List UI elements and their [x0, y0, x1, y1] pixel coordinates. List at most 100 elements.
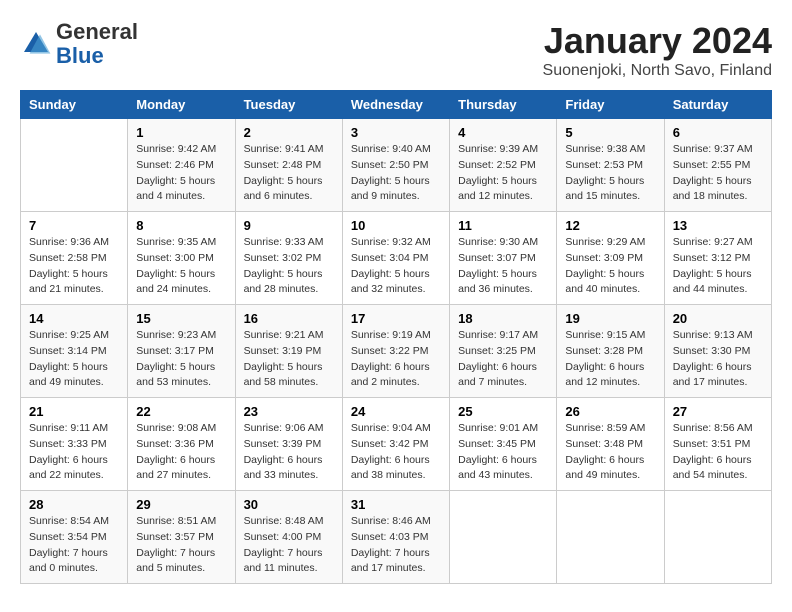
- calendar-cell: 21 Sunrise: 9:11 AM Sunset: 3:33 PM Dayli…: [21, 398, 128, 491]
- day-info: Sunrise: 9:39 AM Sunset: 2:52 PM Dayligh…: [458, 142, 548, 205]
- day-info: Sunrise: 9:23 AM Sunset: 3:17 PM Dayligh…: [136, 328, 226, 391]
- calendar-cell: 23 Sunrise: 9:06 AM Sunset: 3:39 PM Dayli…: [235, 398, 342, 491]
- day-info: Sunrise: 9:35 AM Sunset: 3:00 PM Dayligh…: [136, 235, 226, 298]
- calendar-cell: 19 Sunrise: 9:15 AM Sunset: 3:28 PM Dayli…: [557, 305, 664, 398]
- day-info: Sunrise: 9:08 AM Sunset: 3:36 PM Dayligh…: [136, 421, 226, 484]
- calendar-cell: 2Sunrise: 9:41 AM Sunset: 2:48 PM Daylig…: [235, 119, 342, 212]
- calendar-week-row: 7 Sunrise: 9:36 AM Sunset: 2:58 PM Daylig…: [21, 212, 772, 305]
- day-number: 16: [244, 311, 334, 326]
- day-number: 1: [136, 125, 226, 140]
- logo-blue-text: Blue: [56, 43, 104, 68]
- calendar-cell: [450, 491, 557, 584]
- day-info: Sunrise: 8:56 AM Sunset: 3:51 PM Dayligh…: [673, 421, 763, 484]
- logo: General Blue: [20, 20, 138, 68]
- calendar-cell: 6 Sunrise: 9:37 AM Sunset: 2:55 PM Daylig…: [664, 119, 771, 212]
- calendar-cell: 4 Sunrise: 9:39 AM Sunset: 2:52 PM Daylig…: [450, 119, 557, 212]
- calendar-week-row: 1 Sunrise: 9:42 AM Sunset: 2:46 PM Daylig…: [21, 119, 772, 212]
- day-number: 3: [351, 125, 441, 140]
- calendar-cell: 28 Sunrise: 8:54 AM Sunset: 3:54 PM Dayli…: [21, 491, 128, 584]
- calendar-cell: 29Sunrise: 8:51 AM Sunset: 3:57 PM Dayli…: [128, 491, 235, 584]
- day-number: 19: [565, 311, 655, 326]
- day-number: 21: [29, 404, 119, 419]
- calendar-week-row: 28 Sunrise: 8:54 AM Sunset: 3:54 PM Dayli…: [21, 491, 772, 584]
- day-info: Sunrise: 9:42 AM Sunset: 2:46 PM Dayligh…: [136, 142, 226, 205]
- calendar-cell: 15 Sunrise: 9:23 AM Sunset: 3:17 PM Dayli…: [128, 305, 235, 398]
- day-info: Sunrise: 9:13 AM Sunset: 3:30 PM Dayligh…: [673, 328, 763, 391]
- day-number: 25: [458, 404, 548, 419]
- day-info: Sunrise: 8:59 AM Sunset: 3:48 PM Dayligh…: [565, 421, 655, 484]
- calendar-cell: 20 Sunrise: 9:13 AM Sunset: 3:30 PM Dayli…: [664, 305, 771, 398]
- day-info: Sunrise: 9:15 AM Sunset: 3:28 PM Dayligh…: [565, 328, 655, 391]
- calendar-cell: 30 Sunrise: 8:48 AM Sunset: 4:00 PM Dayli…: [235, 491, 342, 584]
- calendar-cell: 7 Sunrise: 9:36 AM Sunset: 2:58 PM Daylig…: [21, 212, 128, 305]
- day-number: 31: [351, 497, 441, 512]
- day-number: 9: [244, 218, 334, 233]
- calendar-cell: 17Sunrise: 9:19 AM Sunset: 3:22 PM Dayli…: [342, 305, 449, 398]
- day-info: Sunrise: 9:27 AM Sunset: 3:12 PM Dayligh…: [673, 235, 763, 298]
- day-number: 13: [673, 218, 763, 233]
- title-area: January 2024 Suonenjoki, North Savo, Fin…: [543, 20, 772, 80]
- calendar-week-row: 14 Sunrise: 9:25 AM Sunset: 3:14 PM Dayli…: [21, 305, 772, 398]
- day-info: Sunrise: 9:25 AM Sunset: 3:14 PM Dayligh…: [29, 328, 119, 391]
- day-number: 7: [29, 218, 119, 233]
- day-info: Sunrise: 9:36 AM Sunset: 2:58 PM Dayligh…: [29, 235, 119, 298]
- calendar-cell: 22Sunrise: 9:08 AM Sunset: 3:36 PM Dayli…: [128, 398, 235, 491]
- day-info: Sunrise: 8:46 AM Sunset: 4:03 PM Dayligh…: [351, 514, 441, 577]
- day-info: Sunrise: 9:30 AM Sunset: 3:07 PM Dayligh…: [458, 235, 548, 298]
- day-info: Sunrise: 9:40 AM Sunset: 2:50 PM Dayligh…: [351, 142, 441, 205]
- calendar-cell: 18 Sunrise: 9:17 AM Sunset: 3:25 PM Dayli…: [450, 305, 557, 398]
- calendar-cell: 1 Sunrise: 9:42 AM Sunset: 2:46 PM Daylig…: [128, 119, 235, 212]
- day-number: 8: [136, 218, 226, 233]
- day-number: 14: [29, 311, 119, 326]
- calendar-cell: 27 Sunrise: 8:56 AM Sunset: 3:51 PM Dayli…: [664, 398, 771, 491]
- calendar-cell: [557, 491, 664, 584]
- weekday-header: Thursday: [450, 91, 557, 119]
- day-info: Sunrise: 9:41 AM Sunset: 2:48 PM Dayligh…: [244, 142, 334, 205]
- day-number: 18: [458, 311, 548, 326]
- logo-icon: [20, 28, 52, 60]
- day-info: Sunrise: 9:04 AM Sunset: 3:42 PM Dayligh…: [351, 421, 441, 484]
- weekday-header: Sunday: [21, 91, 128, 119]
- day-number: 23: [244, 404, 334, 419]
- calendar-cell: [664, 491, 771, 584]
- weekday-header: Friday: [557, 91, 664, 119]
- day-number: 6: [673, 125, 763, 140]
- calendar-cell: 12Sunrise: 9:29 AM Sunset: 3:09 PM Dayli…: [557, 212, 664, 305]
- page-subtitle: Suonenjoki, North Savo, Finland: [543, 62, 772, 80]
- calendar-week-row: 21 Sunrise: 9:11 AM Sunset: 3:33 PM Dayli…: [21, 398, 772, 491]
- logo-general-text: General: [56, 19, 138, 44]
- calendar-table: SundayMondayTuesdayWednesdayThursdayFrid…: [20, 90, 772, 584]
- calendar-cell: 9 Sunrise: 9:33 AM Sunset: 3:02 PM Daylig…: [235, 212, 342, 305]
- day-number: 20: [673, 311, 763, 326]
- calendar-cell: 8 Sunrise: 9:35 AM Sunset: 3:00 PM Daylig…: [128, 212, 235, 305]
- weekday-header: Wednesday: [342, 91, 449, 119]
- calendar-cell: 11 Sunrise: 9:30 AM Sunset: 3:07 PM Dayli…: [450, 212, 557, 305]
- day-number: 27: [673, 404, 763, 419]
- day-number: 11: [458, 218, 548, 233]
- calendar-cell: 24Sunrise: 9:04 AM Sunset: 3:42 PM Dayli…: [342, 398, 449, 491]
- day-info: Sunrise: 9:17 AM Sunset: 3:25 PM Dayligh…: [458, 328, 548, 391]
- day-info: Sunrise: 9:06 AM Sunset: 3:39 PM Dayligh…: [244, 421, 334, 484]
- weekday-header-row: SundayMondayTuesdayWednesdayThursdayFrid…: [21, 91, 772, 119]
- day-number: 30: [244, 497, 334, 512]
- day-number: 28: [29, 497, 119, 512]
- day-number: 15: [136, 311, 226, 326]
- day-info: Sunrise: 9:37 AM Sunset: 2:55 PM Dayligh…: [673, 142, 763, 205]
- day-number: 4: [458, 125, 548, 140]
- day-info: Sunrise: 9:32 AM Sunset: 3:04 PM Dayligh…: [351, 235, 441, 298]
- day-info: Sunrise: 8:48 AM Sunset: 4:00 PM Dayligh…: [244, 514, 334, 577]
- calendar-cell: 16 Sunrise: 9:21 AM Sunset: 3:19 PM Dayli…: [235, 305, 342, 398]
- day-number: 29: [136, 497, 226, 512]
- day-info: Sunrise: 8:54 AM Sunset: 3:54 PM Dayligh…: [29, 514, 119, 577]
- calendar-cell: 10 Sunrise: 9:32 AM Sunset: 3:04 PM Dayli…: [342, 212, 449, 305]
- day-info: Sunrise: 9:33 AM Sunset: 3:02 PM Dayligh…: [244, 235, 334, 298]
- day-info: Sunrise: 9:21 AM Sunset: 3:19 PM Dayligh…: [244, 328, 334, 391]
- calendar-cell: 5Sunrise: 9:38 AM Sunset: 2:53 PM Daylig…: [557, 119, 664, 212]
- calendar-cell: 31 Sunrise: 8:46 AM Sunset: 4:03 PM Dayli…: [342, 491, 449, 584]
- day-number: 5: [565, 125, 655, 140]
- calendar-cell: 13 Sunrise: 9:27 AM Sunset: 3:12 PM Dayli…: [664, 212, 771, 305]
- day-info: Sunrise: 9:11 AM Sunset: 3:33 PM Dayligh…: [29, 421, 119, 484]
- weekday-header: Monday: [128, 91, 235, 119]
- day-info: Sunrise: 9:29 AM Sunset: 3:09 PM Dayligh…: [565, 235, 655, 298]
- day-number: 10: [351, 218, 441, 233]
